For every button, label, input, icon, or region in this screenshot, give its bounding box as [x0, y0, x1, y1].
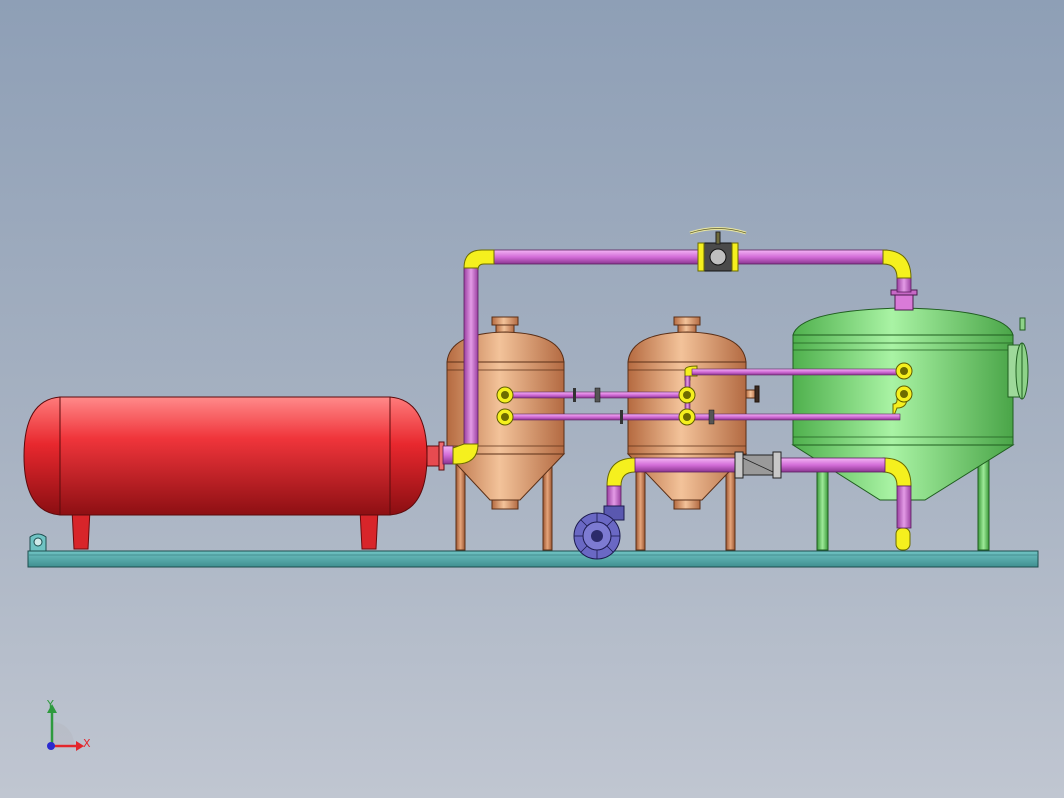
cad-viewport[interactable]: Y X [0, 0, 1064, 798]
triad-x-label: X [83, 737, 91, 750]
assembly-scene[interactable]: Y X [0, 0, 1064, 798]
horizontal-tank[interactable] [23, 396, 445, 550]
gate-valve-top[interactable] [689, 227, 747, 272]
coordinate-triad: Y X [46, 698, 91, 751]
triad-y-label: Y [46, 698, 54, 711]
z-axis-dot [47, 742, 55, 750]
filter-vessel-b[interactable] [626, 316, 760, 551]
check-valve[interactable] [734, 451, 782, 479]
base-plate[interactable] [27, 533, 1039, 568]
